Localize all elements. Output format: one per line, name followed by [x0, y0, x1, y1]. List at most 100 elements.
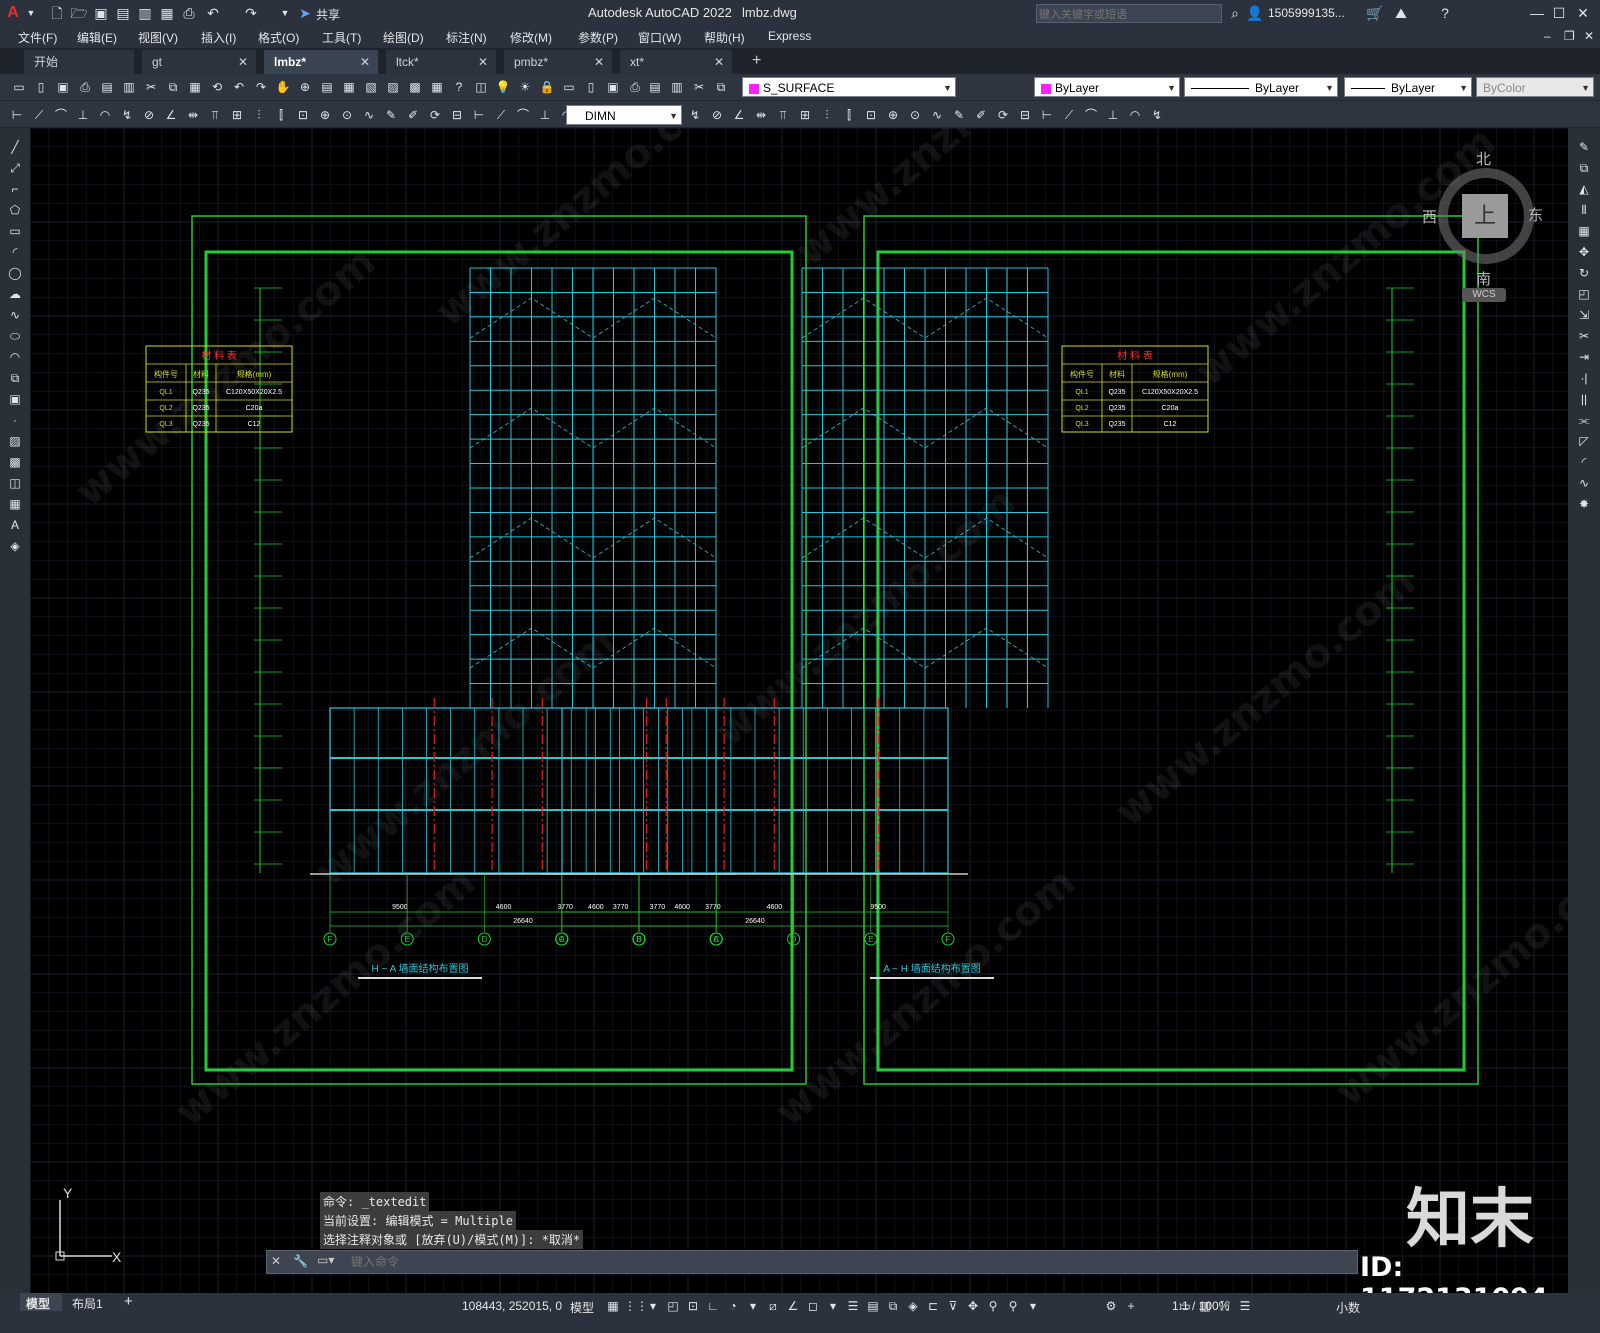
dim-arc-icon[interactable]: ⌒ [514, 106, 532, 124]
save-web-icon[interactable]: ▦ [158, 4, 176, 22]
tab-xt[interactable]: xt* ✕ [620, 50, 732, 74]
polar-icon[interactable]: ◔ [724, 1297, 742, 1315]
annotation-visibility-icon[interactable]: ⚲ [984, 1297, 1002, 1315]
recent-commands-icon[interactable]: ▭▾ [317, 1253, 334, 1267]
tab-close-icon[interactable]: ✕ [478, 50, 488, 74]
dim-diameter-icon[interactable]: ⊘ [140, 106, 158, 124]
transparency-icon[interactable]: ▤ [864, 1297, 882, 1315]
dim-ordinate-icon[interactable]: ⊥ [536, 106, 554, 124]
redo-icon[interactable]: ↷ [242, 4, 260, 22]
tool-palette-icon[interactable]: ▧ [362, 78, 380, 96]
snap-icon[interactable]: ⋮⋮ [624, 1297, 648, 1315]
dynamic-ucs-icon[interactable]: ⊏ [924, 1297, 942, 1315]
search-icon[interactable]: ⌕ [1226, 4, 1244, 22]
break-point-icon[interactable]: ·| [1575, 369, 1593, 387]
array-icon[interactable]: ▦ [1575, 222, 1593, 240]
new-icon[interactable]: ▭ [560, 78, 578, 96]
join-icon[interactable]: ⫘ [1575, 411, 1593, 429]
viewcube-top-face[interactable]: 上 [1462, 194, 1508, 238]
gradient-icon[interactable]: ▩ [6, 453, 24, 471]
compass-west[interactable]: 西 [1422, 206, 1437, 227]
ellipse-icon[interactable]: ⬭ [6, 327, 24, 345]
dim-ordinate-icon[interactable]: ⊥ [74, 106, 92, 124]
undo-icon[interactable]: ↶ [230, 78, 248, 96]
close-icon[interactable]: ✕ [1574, 4, 1592, 22]
mtext-icon[interactable]: A [6, 516, 24, 534]
dim-baseline-icon[interactable]: ⫪ [206, 106, 224, 124]
dim-jogged-icon[interactable]: ↯ [1148, 106, 1166, 124]
preview-icon[interactable]: ▤ [646, 78, 664, 96]
dim-style-icon[interactable]: ⊟ [448, 106, 466, 124]
redo-icon[interactable]: ↷ [252, 78, 270, 96]
dynamic-input-icon[interactable]: ⊡ [684, 1297, 702, 1315]
dim-radius-icon[interactable]: ◠ [96, 106, 114, 124]
insert-block-icon[interactable]: ⧉ [6, 369, 24, 387]
command-input[interactable] [349, 1253, 1349, 1271]
annotation-scale[interactable]: 1:1 / 100% [1172, 1299, 1229, 1313]
rectangle-icon[interactable]: ▭ [6, 222, 24, 240]
isodraft-icon[interactable]: ⧄ [764, 1297, 782, 1315]
dim-radius-icon[interactable]: ◠ [1126, 106, 1144, 124]
text-edit-icon[interactable]: ✐ [404, 106, 422, 124]
doc-restore-icon[interactable]: ❐ [1564, 29, 1575, 43]
linetype-dropdown[interactable]: ByLayer ▼ [1184, 77, 1338, 97]
account-name[interactable]: 1505999135... [1268, 6, 1345, 20]
text-edit-icon[interactable]: ✐ [972, 106, 990, 124]
dim-aligned-icon[interactable]: ⟋ [30, 106, 48, 124]
open-icon[interactable]: ▯ [32, 78, 50, 96]
customize-icon[interactable]: ☰ [1236, 1297, 1254, 1315]
tab-close-icon[interactable]: ✕ [594, 50, 604, 74]
menu-view[interactable]: 视图(V) [138, 29, 178, 46]
inspect-icon[interactable]: ⊙ [338, 106, 356, 124]
wcs-menu[interactable]: WCS [1462, 288, 1506, 302]
dim-arc-icon[interactable]: ⌒ [1082, 106, 1100, 124]
3d-osnap-icon[interactable]: ◈ [904, 1297, 922, 1315]
dim-update-icon[interactable]: ⟳ [994, 106, 1012, 124]
construction-line-icon[interactable]: ⤢ [6, 159, 24, 177]
tab-close-icon[interactable]: ✕ [238, 50, 248, 74]
sheet-set-icon[interactable]: ▨ [384, 78, 402, 96]
offset-icon[interactable]: ⫴ [1575, 201, 1593, 219]
inspect-icon[interactable]: ⊙ [906, 106, 924, 124]
infer-constraints-icon[interactable]: ◰ [664, 1297, 682, 1315]
dim-space-icon[interactable]: ⫶ [818, 106, 836, 124]
new-tab-icon[interactable]: + [752, 52, 761, 70]
cut-icon[interactable]: ✂ [142, 78, 160, 96]
jog-line-icon[interactable]: ∿ [360, 106, 378, 124]
ellipse-arc-icon[interactable]: ◠ [6, 348, 24, 366]
layer-dropdown[interactable]: S_SURFACE ▼ [742, 77, 956, 97]
light-bulb-icon[interactable]: 💡 [494, 78, 512, 96]
autodesk-a360-icon[interactable]: ⛰ [1392, 4, 1410, 22]
circle-icon[interactable]: ◯ [6, 264, 24, 282]
dim-break-icon[interactable]: ⫿ [272, 106, 290, 124]
plot-icon[interactable]: ⎙ [180, 4, 198, 22]
dim-update-icon[interactable]: ⟳ [426, 106, 444, 124]
menu-express[interactable]: Express [768, 29, 811, 43]
share-icon[interactable]: ➤ [296, 4, 314, 22]
print-icon[interactable]: ⎙ [76, 78, 94, 96]
menu-edit[interactable]: 编辑(E) [77, 29, 117, 46]
chamfer-icon[interactable]: ◸ [1575, 432, 1593, 450]
command-close-icon[interactable]: ✕ [271, 1254, 281, 1268]
polyline-icon[interactable]: ⌐ [6, 180, 24, 198]
user-icon[interactable]: 👤 [1246, 4, 1264, 22]
menu-format[interactable]: 格式(O) [258, 29, 299, 46]
menu-tools[interactable]: 工具(T) [322, 29, 361, 46]
units-readout[interactable]: 小数 [1336, 1299, 1360, 1316]
table-icon[interactable]: ▦ [6, 495, 24, 513]
scale-icon[interactable]: ◰ [1575, 285, 1593, 303]
tolerance-icon[interactable]: ⊡ [294, 106, 312, 124]
minimize-icon[interactable]: — [1528, 4, 1546, 22]
polar-chevron-icon[interactable]: ▾ [744, 1297, 762, 1315]
help-icon[interactable]: ? [1436, 4, 1454, 22]
tab-ltck[interactable]: ltck* ✕ [386, 50, 496, 74]
qdim-icon[interactable]: ⇹ [752, 106, 770, 124]
osnap-icon[interactable]: ◻ [804, 1297, 822, 1315]
add-selected-icon[interactable]: ◈ [6, 537, 24, 555]
tab-close-icon[interactable]: ✕ [714, 50, 724, 74]
menu-help[interactable]: 帮助(H) [704, 29, 745, 46]
layer-icon[interactable]: ◫ [472, 78, 490, 96]
compass-south[interactable]: 南 [1476, 268, 1491, 289]
arc-icon[interactable]: ◜ [6, 243, 24, 261]
ortho-icon[interactable]: ∟ [704, 1297, 722, 1315]
